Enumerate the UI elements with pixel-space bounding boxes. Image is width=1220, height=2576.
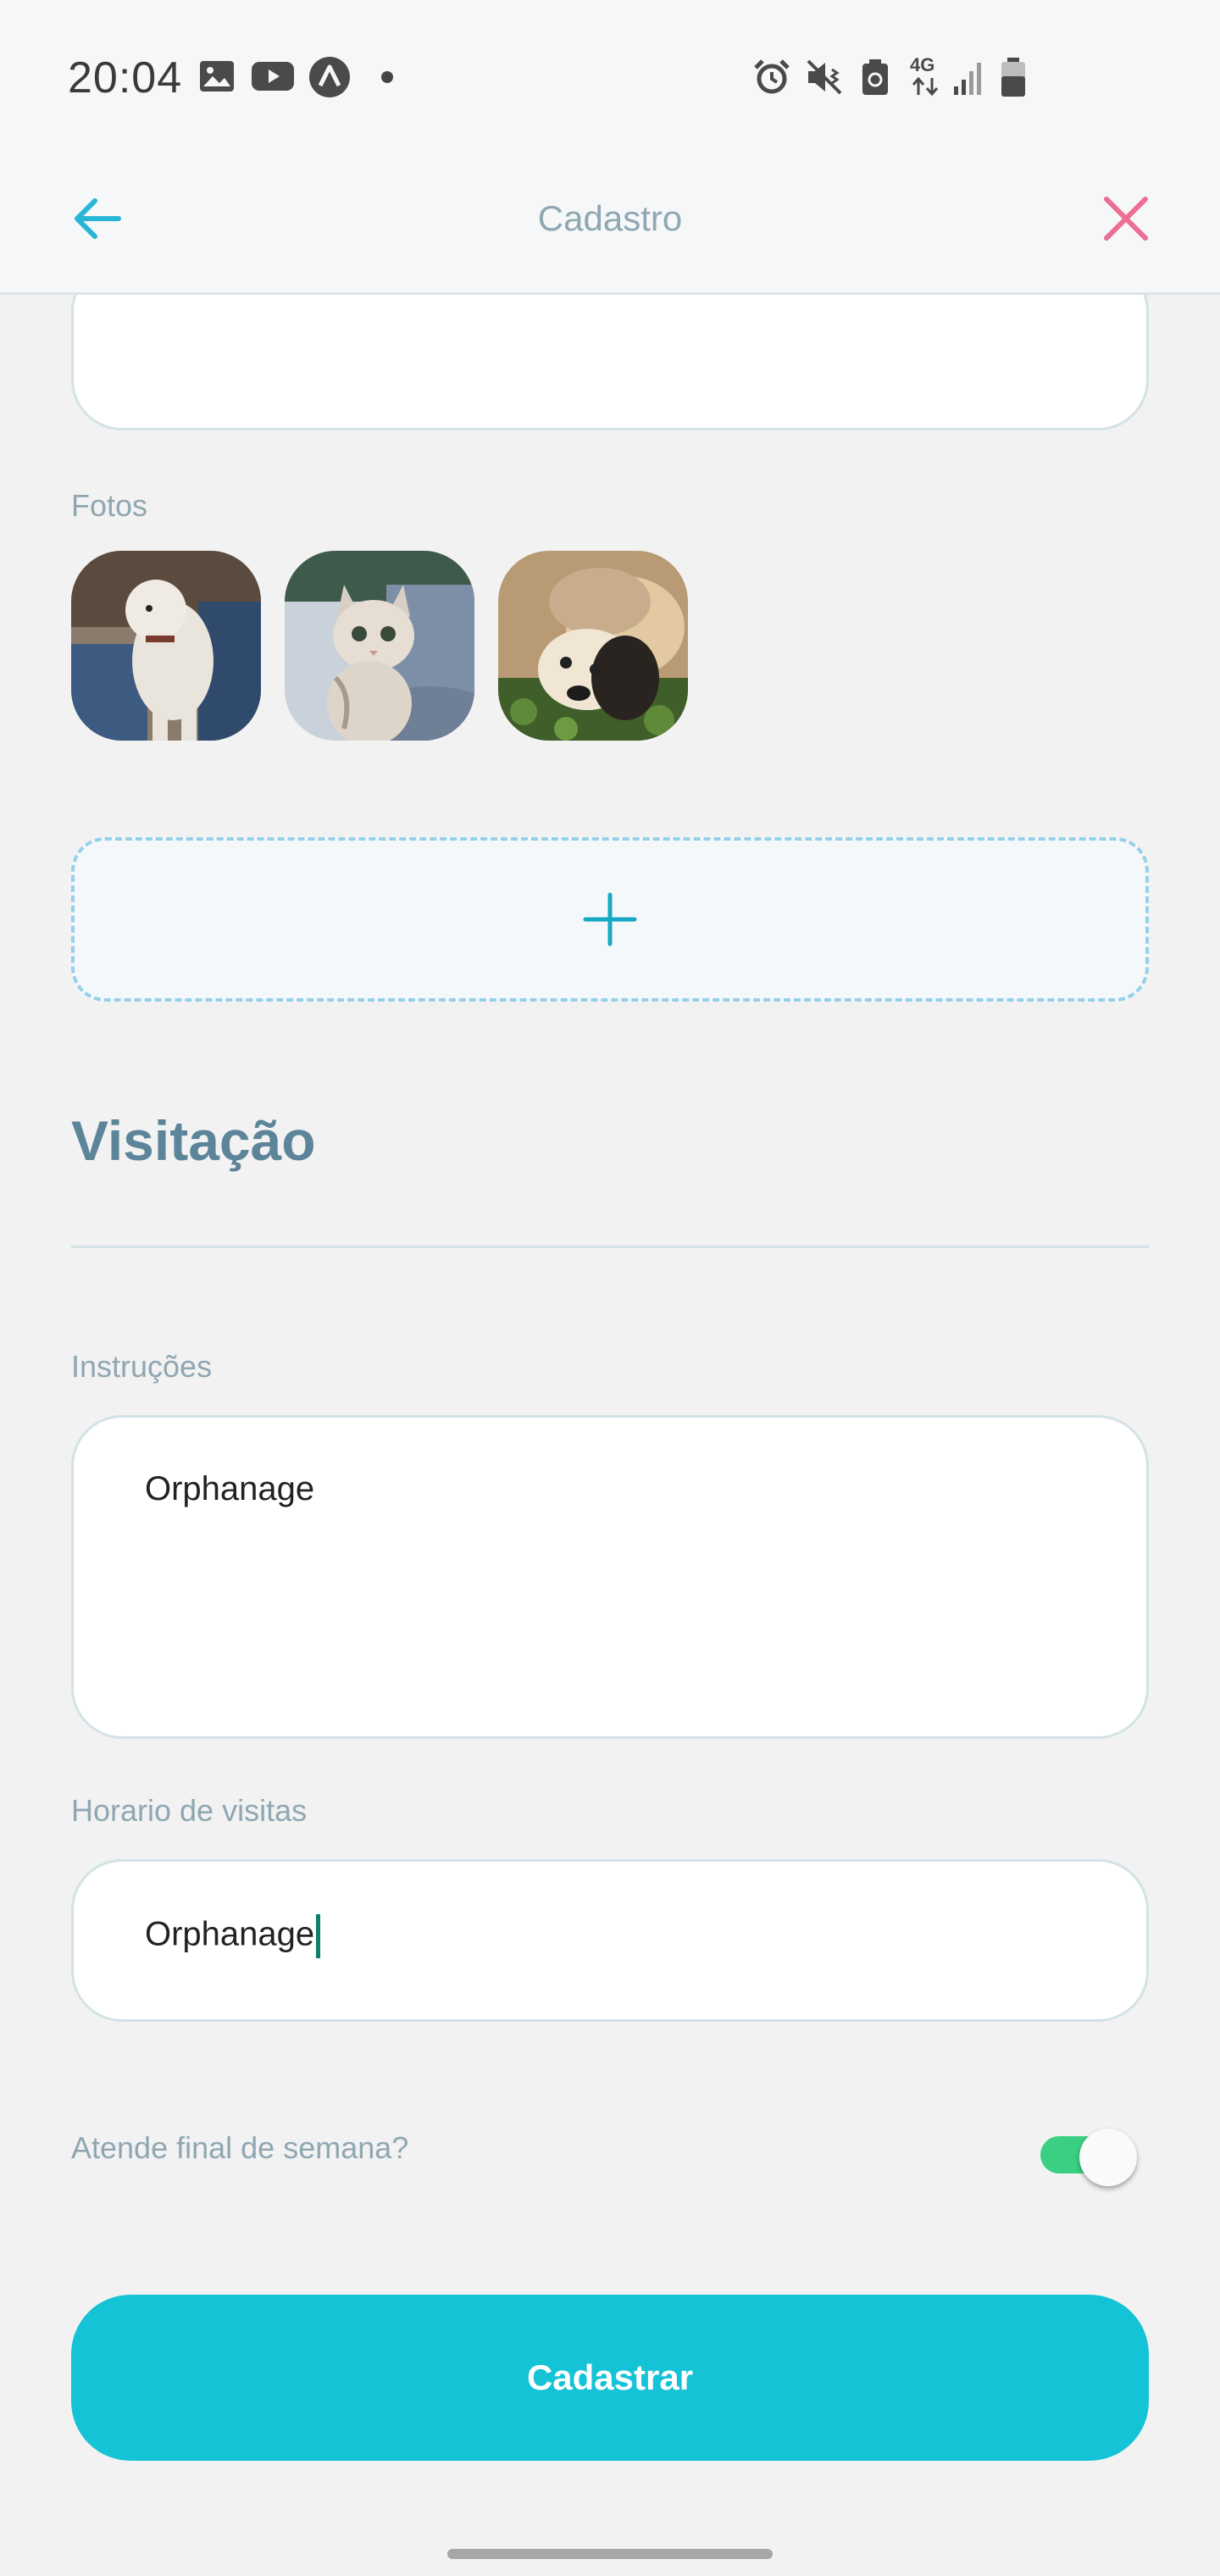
cat-and-dog-photo [498,551,688,741]
youtube-icon [252,62,294,91]
signal-icon [954,63,981,95]
plus-icon [583,892,637,947]
visiting-hours-input[interactable]: Orphanage [71,1859,1149,2022]
toggle-thumb[interactable] [1079,2129,1137,2186]
battery-icon [1001,58,1025,97]
add-photo-button[interactable] [71,837,1149,1002]
visiting-hours-label: Horario de visitas [71,1793,308,1828]
section-divider [71,1246,1149,1248]
app-notification-icon [309,57,350,97]
home-indicator[interactable] [447,2549,773,2559]
photos-label: Fotos [71,488,148,523]
gallery-icon [200,61,234,92]
alarm-icon [754,59,790,94]
kitten-photo [285,551,474,741]
battery-saver-icon [862,59,888,95]
network-type-label: 4G [910,54,935,75]
photo-thumbnail-cat-dog[interactable] [498,551,688,741]
more-notifications-dot [381,71,393,83]
instructions-value: Orphanage [145,1470,315,1507]
section-title-visitacao: Visitação [71,1109,316,1172]
visiting-hours-value: Orphanage [145,1915,315,1953]
dog-photo [71,551,261,741]
app-bar: Cadastro [0,144,1220,295]
photo-thumbnail-dog[interactable] [71,551,261,741]
close-icon [1104,197,1148,241]
close-button[interactable] [1051,144,1152,293]
network-4g-indicator: 4G [910,54,944,102]
weekend-label: Atende final de semana? [71,2130,409,2165]
status-bar: 20:04 4G [0,0,1220,144]
vibrate-mute-icon [807,59,842,95]
photo-thumbnail-kitten[interactable] [285,551,474,741]
status-time: 20:04 [68,53,183,103]
text-cursor [316,1914,321,1958]
submit-button[interactable]: Cadastrar [71,2295,1149,2461]
data-arrows-icon [912,76,939,97]
visiting-hours-value-wrap: Orphanage [145,1914,321,1958]
previous-field-input[interactable] [71,295,1149,430]
instructions-textarea[interactable]: Orphanage [71,1415,1149,1739]
instructions-label: Instruções [71,1349,213,1384]
page-title: Cadastro [537,198,683,238]
form-content[interactable]: Fotos Visitação Instruções Orphanage Hor… [0,295,1220,2576]
